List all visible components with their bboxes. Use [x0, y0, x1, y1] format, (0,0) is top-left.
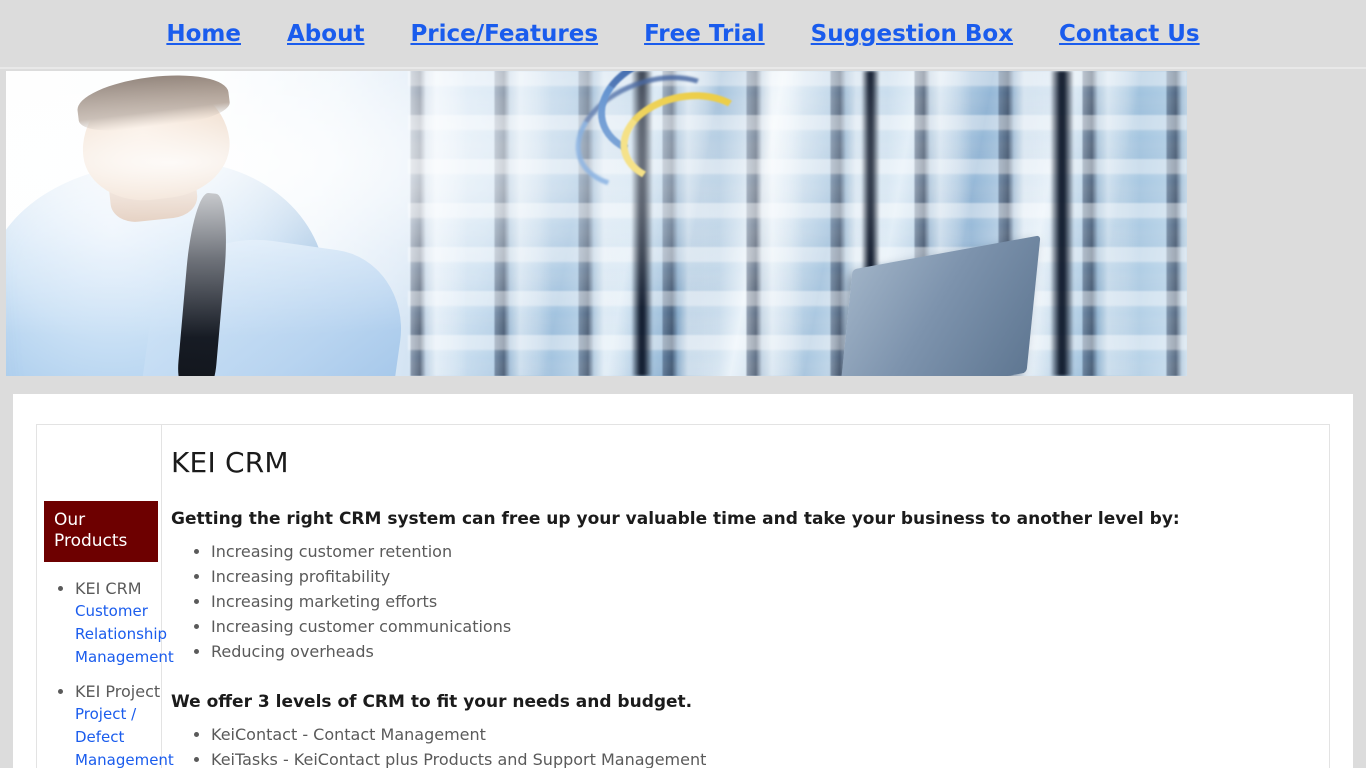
benefit-item: Increasing profitability: [211, 564, 1307, 589]
benefit-item: Reducing overheads: [211, 639, 1307, 664]
sidebar-product-name-kei-project: KEI Project: [75, 682, 161, 701]
sidebar: Our Products KEI CRM Customer Relationsh…: [37, 425, 174, 768]
sidebar-product-name-kei-crm: KEI CRM: [75, 579, 142, 598]
hero-image-server-room: [6, 71, 1187, 376]
content-card: Our Products KEI CRM Customer Relationsh…: [13, 394, 1353, 768]
nav-link-free-trial[interactable]: Free Trial: [621, 20, 788, 48]
nav-list: Home About Price/Features Free Trial Sug…: [143, 20, 1222, 48]
nav-item-home: Home: [143, 20, 264, 48]
benefit-item: Increasing customer communications: [211, 614, 1307, 639]
nav-link-suggestion-box[interactable]: Suggestion Box: [788, 20, 1036, 48]
sidebar-product-link-kei-project[interactable]: Project / Defect Management: [75, 703, 174, 768]
hero-banner-section: [0, 71, 1366, 376]
main-content: KEI CRM Getting the right CRM system can…: [162, 425, 1329, 768]
levels-list: KeiContact - Contact Management KeiTasks…: [171, 722, 1307, 768]
level-item: KeiContact - Contact Management: [211, 722, 1307, 747]
nav-item-suggestion-box: Suggestion Box: [788, 20, 1036, 48]
nav-item-about: About: [264, 20, 387, 48]
sidebar-product-item-kei-crm: KEI CRM Customer Relationship Management: [75, 578, 174, 669]
nav-item-contact-us: Contact Us: [1036, 20, 1223, 48]
benefits-list: Increasing customer retention Increasing…: [171, 539, 1307, 664]
nav-link-contact-us[interactable]: Contact Us: [1036, 20, 1223, 48]
nav-item-price-features: Price/Features: [387, 20, 621, 48]
nav-link-home[interactable]: Home: [143, 20, 264, 48]
sidebar-product-list: KEI CRM Customer Relationship Management…: [37, 578, 174, 768]
page-title: KEI CRM: [171, 446, 289, 479]
content-panel: Our Products KEI CRM Customer Relationsh…: [36, 424, 1330, 768]
sidebar-heading-our-products: Our Products: [44, 501, 158, 562]
hero-rack-frame-right: [1051, 71, 1074, 376]
level-item: KeiTasks - KeiContact plus Products and …: [211, 747, 1307, 768]
nav-link-price-features[interactable]: Price/Features: [387, 20, 621, 48]
sidebar-product-link-kei-crm[interactable]: Customer Relationship Management: [75, 600, 174, 669]
sidebar-product-item-kei-project: KEI Project Project / Defect Management: [75, 681, 174, 768]
top-navigation-bar: Home About Price/Features Free Trial Sug…: [0, 0, 1366, 69]
hero-person: [6, 71, 549, 376]
nav-link-about[interactable]: About: [264, 20, 387, 48]
nav-item-free-trial: Free Trial: [621, 20, 788, 48]
benefit-item: Increasing customer retention: [211, 539, 1307, 564]
intro-heading: Getting the right CRM system can free up…: [171, 509, 1180, 529]
levels-heading: We offer 3 levels of CRM to fit your nee…: [171, 692, 693, 712]
benefit-item: Increasing marketing efforts: [211, 589, 1307, 614]
